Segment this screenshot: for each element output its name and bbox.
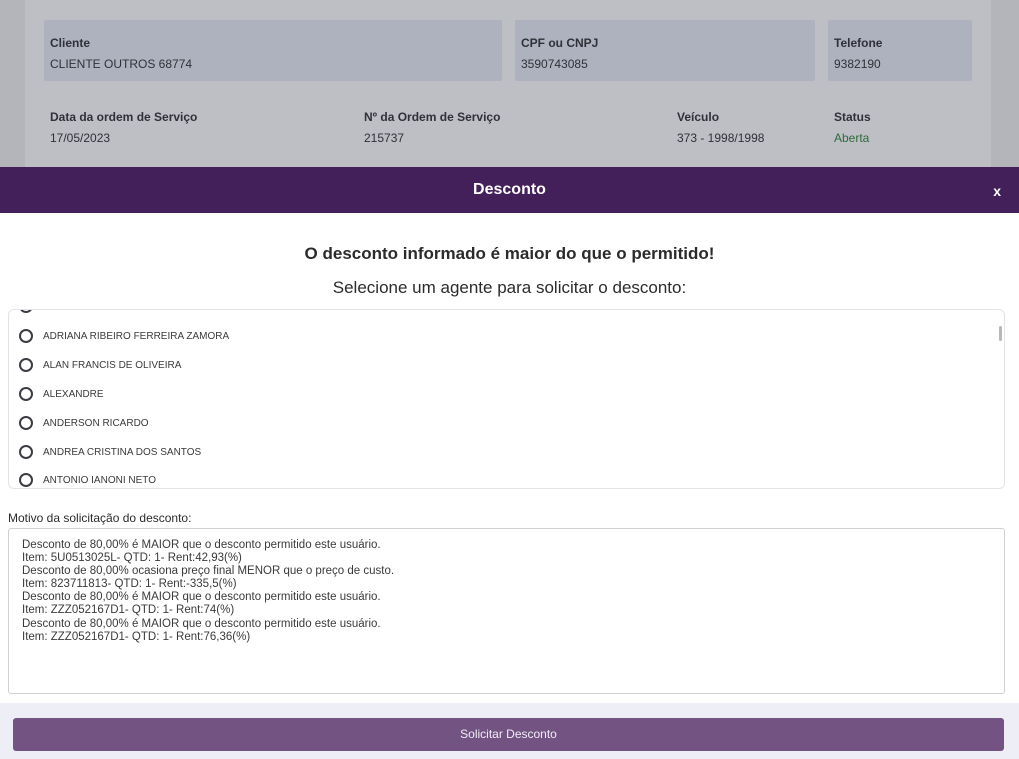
radio-icon[interactable] (19, 310, 33, 313)
telefone-field: Telefone 9382190 (828, 20, 972, 81)
telefone-value: 9382190 (834, 57, 881, 71)
cliente-label: Cliente (50, 36, 91, 50)
data-ordem-label: Data da ordem de Serviço (50, 110, 198, 124)
agent-option[interactable]: ANTONIO IANONI NETO (19, 470, 156, 488)
agent-select-prompt: Selecione um agente para solicitar o des… (332, 278, 687, 297)
status-value: Aberta (834, 131, 870, 145)
cliente-field: Cliente CLIENTE OUTROS 68774 (44, 20, 502, 81)
cpf-field: CPF ou CNPJ 3590743085 (515, 20, 815, 81)
reason-label: Motivo da solicitação do desconto: (8, 511, 192, 525)
cpf-label: CPF ou CNPJ (521, 36, 599, 50)
radio-icon[interactable] (19, 445, 33, 459)
discount-modal: Desconto x O desconto informado é maior … (0, 167, 1019, 759)
agent-name: ADRIANA RIBEIRO FERREIRA ZAMORA (43, 330, 230, 342)
agent-option-partial[interactable] (19, 310, 33, 316)
agent-name: ALAN FRANCIS DE OLIVEIRA (43, 359, 182, 371)
data-ordem-value: 17/05/2023 (50, 131, 111, 145)
radio-icon[interactable] (19, 387, 33, 401)
modal-footer: Solicitar Desconto (0, 703, 1019, 759)
order-summary-card: Cliente CLIENTE OUTROS 68774 CPF ou CNPJ… (25, 0, 991, 167)
request-discount-button[interactable]: Solicitar Desconto (13, 718, 1004, 751)
modal-header: Desconto x (0, 167, 1019, 213)
cliente-value: CLIENTE OUTROS 68774 (50, 57, 193, 71)
agent-option[interactable]: ANDREA CRISTINA DOS SANTOS (19, 442, 201, 462)
agent-name: ANTONIO IANONI NETO (43, 474, 156, 486)
agent-name: ANDREA CRISTINA DOS SANTOS (43, 446, 202, 458)
agent-option[interactable]: ALEXANDRE (19, 384, 104, 404)
agent-list-scrollbar[interactable] (999, 326, 1002, 341)
close-icon[interactable]: x (993, 183, 1001, 199)
veiculo-label: Veículo (677, 110, 720, 124)
status-label: Status (834, 110, 871, 124)
agent-name: ANDERSON RICARDO (43, 417, 149, 429)
discount-warning: O desconto informado é maior do que o pe… (304, 244, 715, 263)
data-ordem-field: Data da ordem de Serviço 17/05/2023 (50, 110, 197, 145)
numero-ordem-label: Nº da Ordem de Serviço (364, 110, 501, 124)
reason-textarea[interactable]: Desconto de 80,00% é MAIOR que o descont… (8, 528, 1005, 694)
status-field: Status Aberta (834, 110, 871, 145)
veiculo-field: Veículo 373 - 1998/1998 (677, 110, 764, 145)
modal-title: Desconto (473, 181, 546, 198)
radio-icon[interactable] (19, 358, 33, 372)
radio-icon[interactable] (19, 416, 33, 430)
agent-list[interactable]: ADRIANA RIBEIRO FERREIRA ZAMORA ALAN FRA… (8, 309, 1005, 489)
agent-option[interactable]: ADRIANA RIBEIRO FERREIRA ZAMORA (19, 326, 229, 346)
telefone-label: Telefone (834, 36, 883, 50)
numero-ordem-value: 215737 (364, 131, 405, 145)
background-page: Cliente CLIENTE OUTROS 68774 CPF ou CNPJ… (0, 0, 1019, 167)
cpf-value: 3590743085 (521, 57, 588, 71)
veiculo-value: 373 - 1998/1998 (677, 131, 765, 145)
radio-icon[interactable] (19, 473, 33, 487)
radio-icon[interactable] (19, 329, 33, 343)
agent-option[interactable]: ANDERSON RICARDO (19, 413, 149, 433)
agent-option[interactable]: ALAN FRANCIS DE OLIVEIRA (19, 355, 181, 375)
numero-ordem-field: Nº da Ordem de Serviço 215737 (364, 110, 500, 145)
agent-name: ALEXANDRE (43, 388, 104, 400)
